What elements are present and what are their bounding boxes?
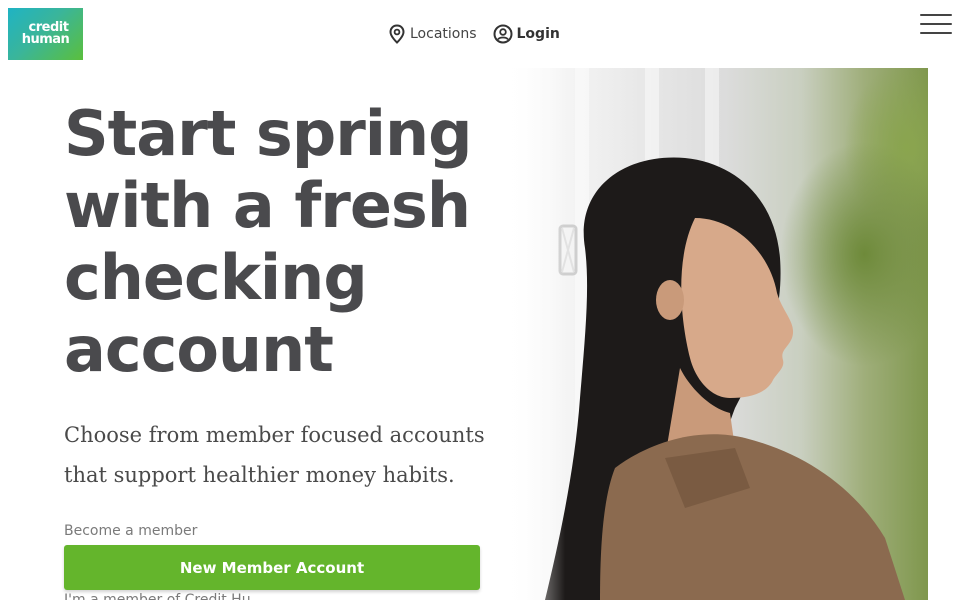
user-circle-icon xyxy=(493,24,513,44)
locations-link[interactable]: Locations xyxy=(388,24,477,44)
top-nav: Locations Login xyxy=(388,22,560,46)
hamburger-line xyxy=(920,14,952,16)
woman-silhouette xyxy=(545,157,905,600)
become-member-label: Become a member xyxy=(64,523,198,539)
logo-text-line2: human xyxy=(21,32,70,47)
hero-photo xyxy=(505,68,928,600)
existing-member-link[interactable]: I'm a member of Credit Hu xyxy=(64,592,251,600)
credit-human-logo[interactable]: credit human xyxy=(8,8,83,60)
hamburger-line xyxy=(920,32,952,34)
hamburger-line xyxy=(920,23,952,25)
image-fade xyxy=(505,68,565,600)
login-link[interactable]: Login xyxy=(493,24,560,44)
map-pin-icon xyxy=(388,24,406,44)
locations-label: Locations xyxy=(410,26,477,42)
login-label: Login xyxy=(516,26,560,42)
new-member-account-button[interactable]: New Member Account xyxy=(64,545,480,590)
hero-title: Start spring with a fresh checking accou… xyxy=(64,97,473,386)
page: credit human Locations Login Start sprin… xyxy=(0,0,960,600)
hamburger-menu-icon[interactable] xyxy=(920,14,952,34)
hero-subtitle: Choose from member focused accounts that… xyxy=(64,423,485,487)
